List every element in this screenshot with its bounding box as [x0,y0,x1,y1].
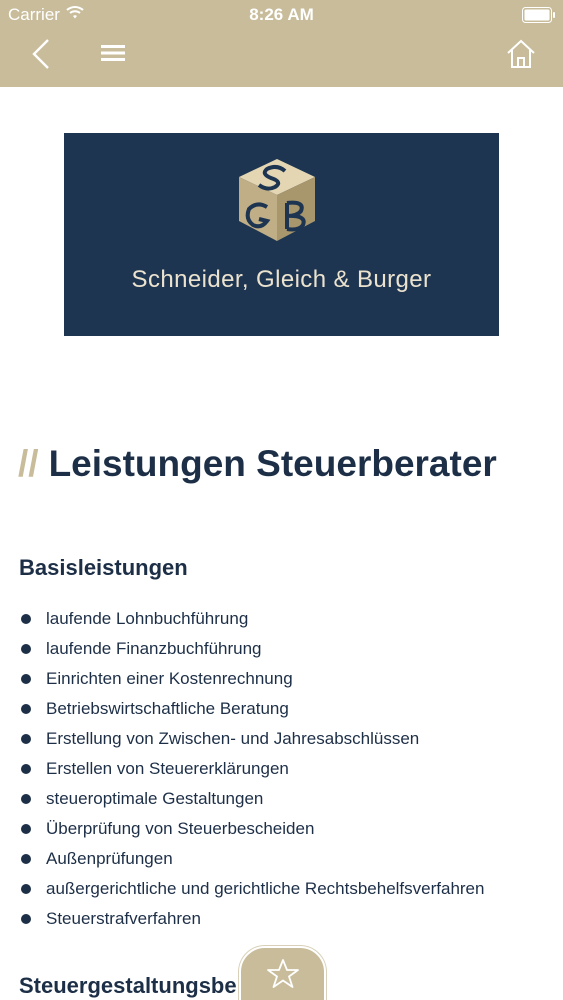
bullet-icon [21,704,31,714]
star-icon [266,958,299,993]
favorite-button[interactable] [239,946,326,1000]
hamburger-menu-icon [101,43,125,68]
status-time: 8:26 AM [249,5,314,24]
list-item-label: außergerichtliche und gerichtliche Recht… [46,879,485,898]
list-item: Erstellen von Steuererklärungen [0,754,563,784]
list-item-label: Betriebswirtschaftliche Beratung [46,699,289,718]
list-item: laufende Finanzbuchführung [0,634,563,664]
bullet-icon [21,644,31,654]
battery-icon [522,7,556,28]
services-list: laufende Lohnbuchführung laufende Finanz… [0,604,563,934]
bullet-icon [21,884,31,894]
title-prefix: // [18,443,39,484]
list-item-label: Einrichten einer Kostenrechnung [46,669,293,688]
list-item: Steuerstrafverfahren [0,904,563,934]
bullet-icon [21,824,31,834]
list-item-label: Erstellen von Steuererklärungen [46,759,289,778]
status-bar: Carrier 8:26 AM [0,0,563,30]
chevron-left-icon [31,38,51,75]
bullet-icon [21,854,31,864]
list-item-label: Erstellung von Zwischen- und Jahresabsch… [46,729,420,748]
company-logo: Schneider, Gleich & Burger [64,133,499,336]
bullet-icon [21,794,31,804]
bullet-icon [21,734,31,744]
home-icon [505,39,537,74]
top-navigation-bar: Carrier 8:26 AM [0,0,563,87]
bullet-icon [21,764,31,774]
bullet-icon [21,914,31,924]
menu-button[interactable] [96,38,130,72]
page-title-text: Leistungen Steuerberater [48,443,497,484]
page-title: //Leistungen Steuerberater [18,443,548,485]
list-item: Erstellung von Zwischen- und Jahresabsch… [0,724,563,754]
list-item-label: laufende Finanzbuchführung [46,639,262,658]
list-item-label: steueroptimale Gestaltungen [46,789,264,808]
list-item: Außenprüfungen [0,844,563,874]
list-item: Betriebswirtschaftliche Beratung [0,694,563,724]
list-item-label: Steuerstrafverfahren [46,909,201,928]
list-item: Einrichten einer Kostenrechnung [0,664,563,694]
section-title-steuergestaltung: Steuergestaltungsbe [19,973,237,998]
bullet-icon [21,614,31,624]
list-item: laufende Lohnbuchführung [0,604,563,634]
logo-wordmark: Schneider, Gleich & Burger [131,266,432,293]
section-title-basisleistungen: Basisleistungen [19,555,188,580]
bullet-icon [21,674,31,684]
list-item: Überprüfung von Steuerbescheiden [0,814,563,844]
list-item-label: laufende Lohnbuchführung [46,609,249,628]
list-item: außergerichtliche und gerichtliche Recht… [0,874,563,904]
back-button[interactable] [24,36,58,76]
sgb-cube-icon [239,159,315,241]
list-item: steueroptimale Gestaltungen [0,784,563,814]
list-item-label: Außenprüfungen [46,849,173,868]
home-button[interactable] [500,36,542,76]
list-item-label: Überprüfung von Steuerbescheiden [46,819,315,838]
